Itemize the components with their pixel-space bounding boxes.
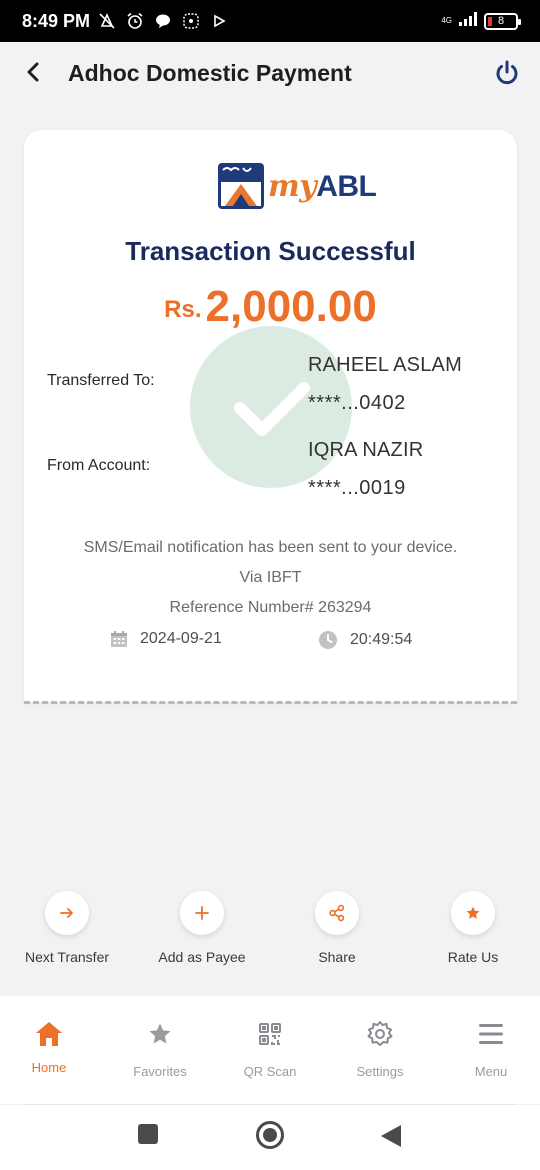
triangle-back-icon xyxy=(381,1125,401,1147)
logo-wordmark: myABL xyxy=(268,169,377,204)
myabl-logo-icon xyxy=(218,163,264,209)
battery-level-indicator xyxy=(488,16,492,26)
share-icon xyxy=(329,904,345,922)
status-bar: 8:49 PM 4G 8 xyxy=(0,0,540,42)
time-value: 20:49:54 xyxy=(350,631,413,648)
recipient-name: RAHEEL ASLAM xyxy=(308,354,462,376)
clock-icon xyxy=(319,631,337,649)
star-icon xyxy=(115,1018,205,1050)
nav-item-settings[interactable]: Settings xyxy=(335,1018,425,1079)
share-button[interactable]: Share xyxy=(282,891,392,965)
back-button[interactable] xyxy=(20,58,48,86)
add-as-payee-button[interactable]: Add as Payee xyxy=(147,891,257,965)
qr-code-icon xyxy=(225,1018,315,1050)
transaction-amount: Rs.2,000.00 xyxy=(24,282,517,332)
square-icon xyxy=(138,1124,158,1144)
amount-value: 2,000.00 xyxy=(205,282,377,331)
star-icon xyxy=(466,906,480,919)
rate-us-button[interactable]: Rate Us xyxy=(418,891,528,965)
transaction-status-title: Transaction Successful xyxy=(125,236,416,266)
battery-percent: 8 xyxy=(497,15,505,27)
nav-label-home: Home xyxy=(31,1060,67,1075)
play-icon xyxy=(210,12,228,30)
circle-home-icon xyxy=(256,1121,284,1149)
share-label: Share xyxy=(318,949,356,965)
home-icon xyxy=(4,1018,94,1050)
nav-label-qr-scan: QR Scan xyxy=(243,1064,297,1079)
reference-number: Reference Number# 263294 xyxy=(169,599,372,616)
logout-button[interactable] xyxy=(492,58,522,88)
nav-label-settings: Settings xyxy=(356,1064,404,1079)
transfer-method: Via IBFT xyxy=(239,569,302,586)
power-icon xyxy=(496,60,518,85)
home-system-button[interactable] xyxy=(255,1120,285,1155)
status-system-icons: 4G 8 xyxy=(441,11,521,32)
share-circle[interactable] xyxy=(315,891,359,935)
nav-label-favorites: Favorites xyxy=(133,1064,187,1079)
rate-us-label: Rate Us xyxy=(447,949,499,965)
nav-item-home[interactable]: Home xyxy=(4,1018,94,1075)
from-account-label: From Account: xyxy=(47,457,151,474)
bottom-navigation: Home Favorites QR Scan Settings Menu xyxy=(0,996,540,1104)
transferred-to-label: Transferred To: xyxy=(47,372,155,389)
battery-icon: 8 xyxy=(484,12,521,30)
add-as-payee-label: Add as Payee xyxy=(158,949,246,965)
nav-item-qr-scan[interactable]: QR Scan xyxy=(225,1018,315,1079)
signal-icon xyxy=(458,11,478,32)
receipt-tear-line xyxy=(24,701,517,704)
chevron-left-icon xyxy=(27,62,39,82)
transaction-date: 2024-09-21 xyxy=(110,630,222,648)
myabl-logo: myABL xyxy=(217,162,377,214)
nav-label-menu: Menu xyxy=(474,1064,508,1079)
chat-bubble-icon xyxy=(154,12,172,30)
plus-icon xyxy=(195,906,209,920)
recent-apps-button[interactable] xyxy=(137,1123,159,1150)
next-transfer-circle[interactable] xyxy=(45,891,89,935)
alarm-clock-icon xyxy=(126,12,144,30)
notification-text: SMS/Email notification has been sent to … xyxy=(83,539,458,556)
next-transfer-label: Next Transfer xyxy=(24,949,110,965)
sender-name: IQRA NAZIR xyxy=(308,439,424,461)
rate-us-circle[interactable] xyxy=(451,891,495,935)
date-value: 2024-09-21 xyxy=(140,630,222,647)
hamburger-menu-icon xyxy=(446,1018,536,1050)
app-header: Adhoc Domestic Payment xyxy=(0,42,540,106)
recipient-account: ****...0402 xyxy=(308,392,406,414)
receipt-card: myABL Transaction Successful Rs.2,000.00… xyxy=(24,130,517,702)
sender-account: ****...0019 xyxy=(308,477,406,499)
network-type: 4G xyxy=(441,16,452,25)
gear-icon xyxy=(335,1018,425,1050)
arrow-right-icon xyxy=(60,908,73,918)
system-back-button[interactable] xyxy=(380,1124,402,1153)
app-notification-icon xyxy=(182,12,200,30)
alarm-off-icon xyxy=(98,12,116,30)
nav-item-menu[interactable]: Menu xyxy=(446,1018,536,1079)
add-as-payee-circle[interactable] xyxy=(180,891,224,935)
status-time: 8:49 PM xyxy=(22,10,91,31)
status-notification-icons xyxy=(98,12,228,30)
calendar-icon xyxy=(111,631,127,647)
next-transfer-button[interactable]: Next Transfer xyxy=(12,891,122,965)
transaction-time: 20:49:54 xyxy=(318,630,412,650)
page-title: Adhoc Domestic Payment xyxy=(68,60,352,86)
amount-currency: Rs. xyxy=(164,296,202,323)
system-navigation-bar xyxy=(0,1105,540,1170)
nav-item-favorites[interactable]: Favorites xyxy=(115,1018,205,1079)
